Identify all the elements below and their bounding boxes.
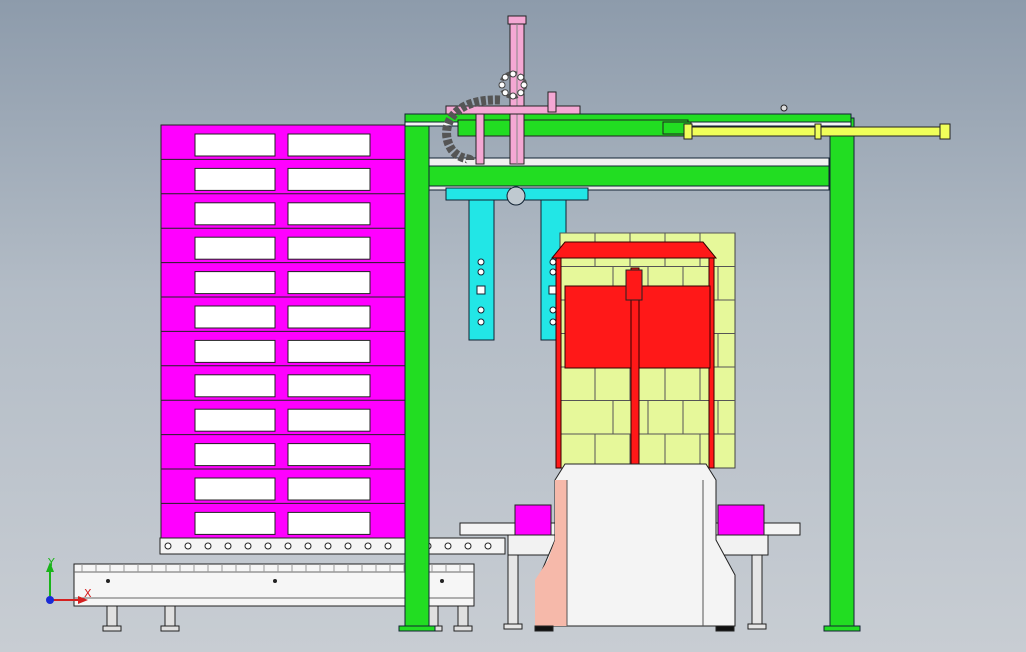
roller-dot bbox=[324, 542, 332, 550]
chain-link bbox=[520, 81, 528, 89]
pallet-slot bbox=[287, 374, 371, 398]
pallet-slot bbox=[194, 408, 276, 432]
pallet-slot bbox=[194, 167, 276, 191]
chain-link bbox=[517, 73, 525, 81]
roller-dot bbox=[264, 542, 272, 550]
triad-x-label: X bbox=[84, 587, 92, 600]
roller-dot bbox=[224, 542, 232, 550]
pallet-slot bbox=[194, 305, 276, 329]
pallet-slot bbox=[287, 167, 371, 191]
lift-cylinder bbox=[445, 15, 581, 165]
pallet-slot bbox=[194, 477, 276, 501]
pallet-slot bbox=[287, 133, 371, 157]
pallet-slot bbox=[194, 202, 276, 226]
roller-dot bbox=[484, 542, 492, 550]
roller-dot bbox=[464, 542, 472, 550]
infeed-conveyor bbox=[73, 537, 506, 632]
roller-dot bbox=[444, 542, 452, 550]
pallet-slot bbox=[287, 339, 371, 363]
roller-dot bbox=[364, 542, 372, 550]
roller-dot bbox=[204, 542, 212, 550]
pallet-slot bbox=[287, 511, 371, 535]
roller-dot bbox=[184, 542, 192, 550]
pallet-stack bbox=[160, 124, 406, 539]
triad-y-label: Y bbox=[47, 556, 55, 569]
chain-link bbox=[509, 70, 517, 78]
roller-pin bbox=[440, 579, 444, 583]
roller-dot bbox=[304, 542, 312, 550]
chain-link bbox=[501, 73, 509, 81]
pallet-slot bbox=[287, 408, 371, 432]
roller-dot bbox=[244, 542, 252, 550]
pallet-slot bbox=[287, 477, 371, 501]
wrapper-base bbox=[534, 463, 736, 632]
roller-dot bbox=[384, 542, 392, 550]
pallet-slot bbox=[194, 133, 276, 157]
roller-pin bbox=[106, 579, 110, 583]
pallet-slot bbox=[287, 236, 371, 260]
roller-dot bbox=[344, 542, 352, 550]
roller-dot bbox=[164, 542, 172, 550]
pallet-slot bbox=[287, 271, 371, 295]
pallet-slot bbox=[194, 339, 276, 363]
pallet-slot bbox=[194, 443, 276, 467]
pallet-slot bbox=[194, 236, 276, 260]
pallet-slot bbox=[287, 202, 371, 226]
pallet-slot bbox=[287, 443, 371, 467]
chain-link bbox=[509, 92, 517, 100]
chain-link bbox=[501, 89, 509, 97]
pallet-slot bbox=[194, 271, 276, 295]
roller-pin bbox=[273, 579, 277, 583]
pallet-slot bbox=[287, 305, 371, 329]
pallet-slot bbox=[194, 374, 276, 398]
pallet-slot bbox=[194, 511, 276, 535]
chain-link bbox=[517, 89, 525, 97]
cad-viewport[interactable]: Y X bbox=[0, 0, 1026, 652]
chain-link bbox=[498, 81, 506, 89]
roller-dot bbox=[284, 542, 292, 550]
